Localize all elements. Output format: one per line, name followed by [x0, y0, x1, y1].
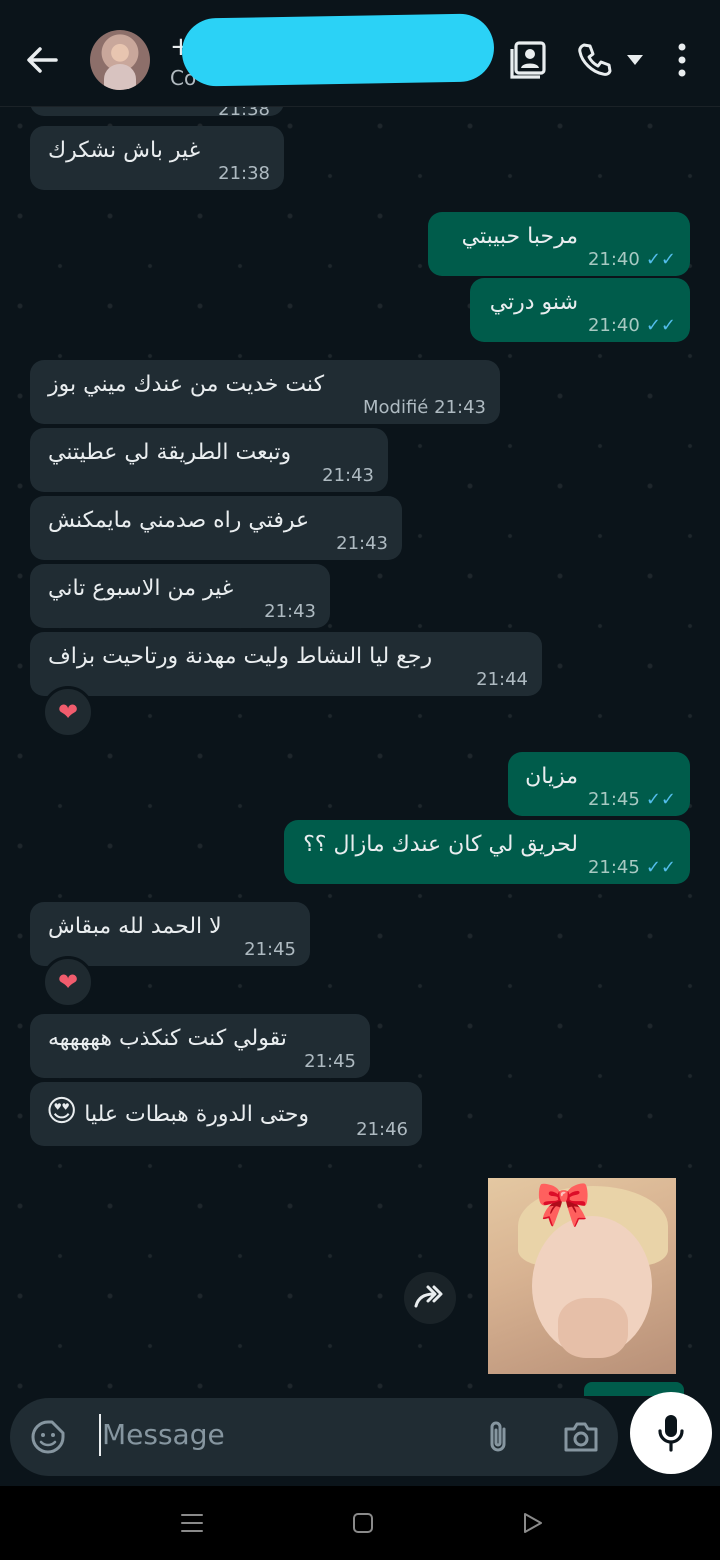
attach-icon[interactable]: [484, 1419, 512, 1455]
message-bubble-incoming[interactable]: رجع ليا النشاط وليت مهدنة ورتاحيت بزاف 2…: [30, 632, 542, 696]
heart-reaction-icon[interactable]: ❤: [42, 956, 94, 1008]
read-ticks-icon: ✓✓: [645, 789, 676, 810]
heart-eyes-emoji: 😍: [46, 1094, 78, 1129]
message-input-bar: Message: [10, 1398, 618, 1476]
message-bubble-incoming[interactable]: وحتى الدورة هبطات عليا 😍 21:46: [30, 1082, 422, 1146]
bow-icon: 🎀: [536, 1179, 591, 1230]
message-bubble-incoming[interactable]: وتبعت الطريقة لي عطيتني 21:43: [30, 428, 388, 492]
redaction-mark: [181, 13, 495, 87]
message-bubble-outgoing[interactable]: لحريق لي كان عندك مازال ؟؟ 21:45 ✓✓: [284, 820, 690, 884]
message-bubble-incoming[interactable]: كنت خديت من عندك ميني بوز Modifié 21:43: [30, 360, 500, 424]
voice-record-button[interactable]: [630, 1392, 712, 1474]
contact-card-icon[interactable]: [510, 40, 548, 80]
message-bubble-incoming[interactable]: تقولي كنت كنكذب هههههه 21:45: [30, 1014, 370, 1078]
avatar[interactable]: [90, 30, 150, 90]
recents-icon[interactable]: [180, 1512, 204, 1534]
text-caret: [99, 1414, 101, 1456]
message-bubble-partial[interactable]: 21:38: [30, 106, 284, 120]
forward-icon[interactable]: [404, 1272, 456, 1324]
read-ticks-icon: ✓✓: [645, 249, 676, 270]
dropdown-icon[interactable]: [626, 54, 644, 66]
heart-reaction-icon[interactable]: ❤: [42, 686, 94, 738]
mic-icon: [658, 1415, 684, 1452]
message-bubble-incoming[interactable]: عرفتي راه صدمني مايمكنش 21:43: [30, 496, 402, 560]
system-nav-bar: [0, 1486, 720, 1560]
message-bubble-outgoing[interactable]: مرحبا حبيبتي 21:40 ✓✓: [428, 212, 690, 276]
message-bubble-outgoing[interactable]: مزيان 21:45 ✓✓: [508, 752, 690, 816]
chat-header: + Co: [0, 0, 720, 107]
phone-icon[interactable]: [576, 42, 612, 78]
more-vert-icon[interactable]: [676, 42, 688, 78]
back-nav-icon[interactable]: [522, 1511, 544, 1535]
home-icon[interactable]: [352, 1512, 374, 1534]
message-bubble-incoming[interactable]: غير باش نشكرك 21:38: [30, 126, 284, 190]
sticker-emoji-icon[interactable]: [30, 1419, 66, 1455]
chat-area[interactable]: 21:38 غير باش نشكرك 21:38 مرحبا حبيبتي 2…: [0, 106, 720, 1396]
camera-icon[interactable]: [562, 1420, 600, 1454]
read-ticks-icon: ✓✓: [645, 315, 676, 336]
message-input[interactable]: Message: [102, 1418, 225, 1451]
message-bubble-incoming[interactable]: غير من الاسبوع تاني 21:43: [30, 564, 330, 628]
read-ticks-icon: ✓✓: [645, 857, 676, 878]
edited-label: Modifié: [363, 397, 429, 418]
sticker-image[interactable]: 🎀: [488, 1178, 676, 1374]
back-arrow-icon[interactable]: [22, 40, 62, 80]
message-bubble-outgoing[interactable]: شنو درتي 21:40 ✓✓: [470, 278, 690, 342]
